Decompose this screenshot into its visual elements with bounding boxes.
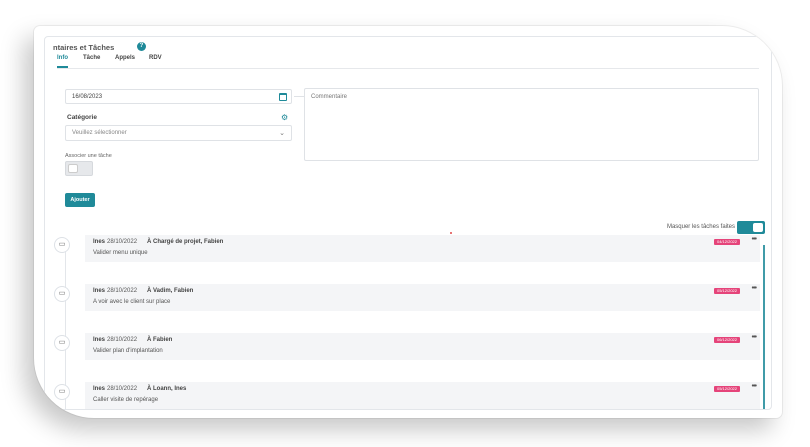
field-connector: [294, 96, 304, 97]
panel-title: ntaires et Tâches: [53, 43, 115, 52]
associate-task-label: Associer une tâche: [65, 153, 112, 159]
tab-tache[interactable]: Tâche: [83, 55, 100, 68]
tab-appels[interactable]: Appels: [115, 55, 135, 68]
date-input[interactable]: 16/08/2023: [65, 89, 292, 104]
task-item[interactable]: ▭ Ines 28/10/2022 À Fabien Valider plan …: [54, 333, 760, 360]
task-date: 28/10/2022: [107, 337, 138, 343]
task-item[interactable]: ▭ Ines 28/10/2022 À Loann, Ines Caller v…: [54, 382, 760, 409]
task-type-icon: ▭: [54, 384, 70, 400]
task-type-icon: ▭: [54, 286, 70, 302]
tab-rdv[interactable]: RDV: [149, 55, 162, 68]
due-date-badge: 05/12/2022: [713, 288, 740, 294]
task-title: A voir avec le client sur place: [93, 299, 171, 305]
more-options-icon[interactable]: •••: [752, 236, 757, 243]
toggle-knob: [753, 223, 763, 232]
more-options-icon[interactable]: •••: [752, 334, 757, 341]
task-assignee: À Vadim, Fabien: [147, 288, 194, 294]
task-item[interactable]: ▭ Ines 28/10/2022 À Chargé de projet, Fa…: [54, 235, 760, 262]
scrollbar[interactable]: [763, 245, 765, 409]
add-button[interactable]: Ajouter: [65, 193, 95, 207]
task-date: 28/10/2022: [107, 239, 138, 245]
hide-done-label: Masquer les tâches faites: [666, 224, 735, 230]
gear-icon[interactable]: ⚙: [281, 114, 288, 122]
category-placeholder: Veuillez sélectionner: [72, 130, 127, 136]
date-value: 16/08/2023: [72, 94, 103, 100]
task-assignee: À Fabien: [147, 337, 173, 343]
chevron-down-icon: ⌄: [279, 130, 285, 137]
task-date: 28/10/2022: [107, 386, 138, 392]
task-author: Ines: [93, 239, 106, 245]
help-icon[interactable]: ?: [137, 42, 146, 51]
indicator-dot: [450, 232, 452, 234]
task-author: Ines: [93, 288, 106, 294]
due-date-badge: 05/12/2022: [713, 386, 740, 392]
task-assignee: À Chargé de projet, Fabien: [147, 239, 224, 245]
task-title: Valider menu unique: [93, 250, 148, 256]
task-author: Ines: [93, 337, 106, 343]
task-author: Ines: [93, 386, 106, 392]
task-type-icon: ▭: [54, 335, 70, 351]
comment-placeholder: Commentaire: [311, 94, 348, 100]
task-assignee: À Loann, Ines: [147, 386, 187, 392]
category-select[interactable]: Veuillez sélectionner ⌄: [65, 125, 292, 141]
tab-info[interactable]: Info: [57, 55, 68, 68]
task-title: Valider plan d'implantation: [93, 348, 163, 354]
task-title: Caller visite de repérage: [93, 397, 159, 403]
comment-textarea[interactable]: Commentaire: [304, 88, 759, 161]
more-options-icon[interactable]: •••: [752, 383, 757, 390]
hide-done-toggle[interactable]: [737, 221, 765, 234]
calendar-icon[interactable]: [279, 93, 287, 101]
associate-task-toggle[interactable]: [65, 161, 93, 176]
comments-tasks-panel: ntaires et Tâches ? Info Tâche Appels RD…: [44, 36, 772, 410]
toggle-knob: [68, 164, 78, 173]
task-date: 28/10/2022: [107, 288, 138, 294]
task-item[interactable]: ▭ Ines 28/10/2022 À Vadim, Fabien A voir…: [54, 284, 760, 311]
due-date-badge: 04/12/2022: [713, 239, 740, 245]
category-label: Catégorie: [67, 114, 97, 121]
more-options-icon[interactable]: •••: [752, 285, 757, 292]
tab-bar: Info Tâche Appels RDV: [57, 55, 759, 69]
task-type-icon: ▭: [54, 237, 70, 253]
screenshot-frame: ntaires et Tâches ? Info Tâche Appels RD…: [34, 26, 782, 418]
due-date-badge: 06/12/2022: [713, 337, 740, 343]
